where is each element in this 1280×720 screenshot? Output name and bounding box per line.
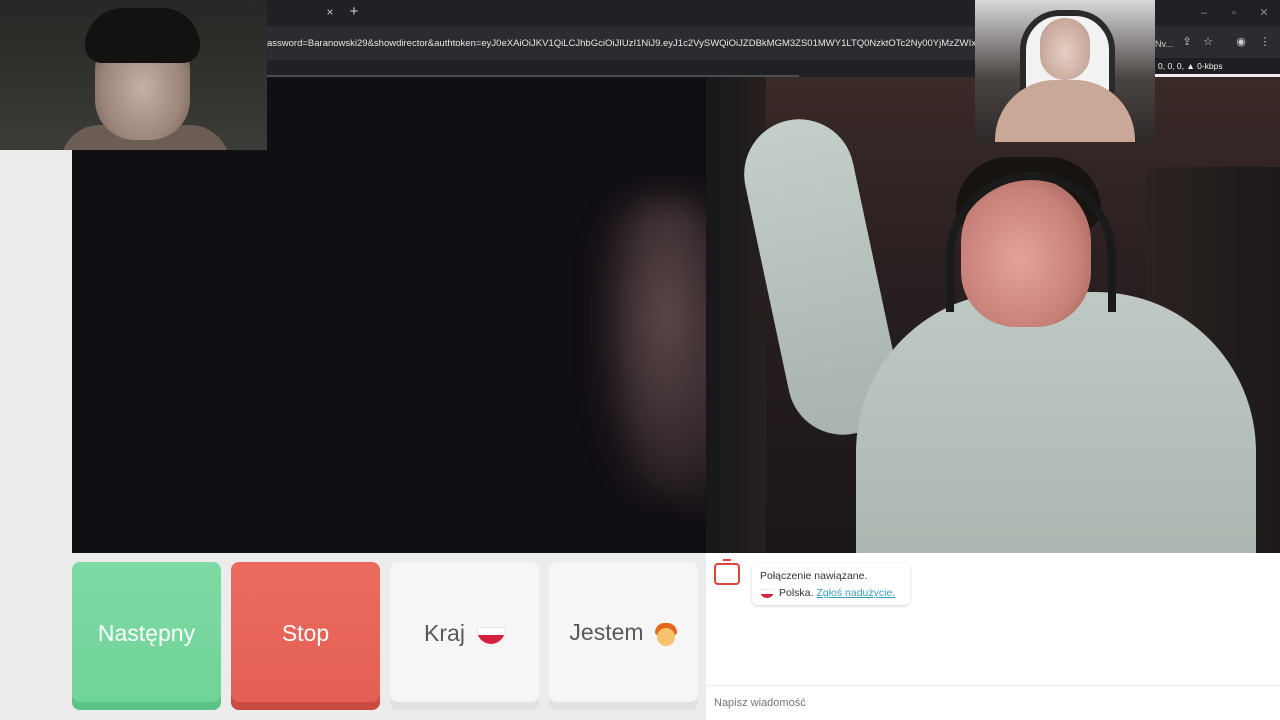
url-field[interactable]: assword=Baranowski29&showdirector&authto… [267, 36, 975, 52]
gender-button-label: Jestem [569, 619, 677, 647]
extension-icon[interactable]: ◉ [1234, 35, 1248, 49]
share-icon[interactable]: ⇪ [1180, 35, 1194, 49]
boy-face-icon [654, 622, 678, 649]
country-label: Kraj [424, 619, 465, 646]
more-icon[interactable]: ⋮ [1258, 35, 1272, 49]
screen: × + – ▫ ✕ assword=Baranowski29&showdirec… [0, 0, 1280, 720]
stop-button-label: Stop [281, 619, 330, 646]
system-message: Połączenie nawiązane. Polska. Zgłoś nadu… [752, 563, 910, 605]
next-button[interactable]: Następny [72, 562, 221, 710]
pip-right-face [1040, 18, 1090, 80]
person-sweatshirt [856, 292, 1256, 553]
maximize-icon[interactable]: ▫ [1227, 6, 1241, 20]
stranger-blurred-face [602, 197, 706, 497]
message-input[interactable] [706, 685, 1280, 720]
new-tab-icon[interactable]: + [346, 3, 362, 21]
stop-button[interactable]: Stop [231, 562, 380, 710]
gender-button[interactable]: Jestem [549, 562, 698, 710]
chat-panel: Połączenie nawiązane. Polska. Zgłoś nadu… [706, 553, 1280, 720]
stream-stats: 0, 0, 0, ▲ 0-kbps [1155, 58, 1280, 74]
next-button-label: Następny [97, 619, 196, 646]
page-load-bar [267, 60, 975, 77]
poland-mini-flag-icon [760, 589, 774, 598]
window-close-icon[interactable]: ✕ [1257, 6, 1271, 20]
poland-flag-icon [476, 626, 505, 644]
own-camera-video [706, 77, 1280, 553]
extension-label: Nv... [1155, 39, 1173, 49]
country-name: Polska. [779, 587, 814, 599]
connected-text: Połączenie nawiązane. [760, 570, 868, 582]
star-icon[interactable]: ☆ [1201, 35, 1215, 49]
left-gutter [0, 150, 72, 720]
chat-logo-icon [714, 559, 740, 585]
country-line: Polska. Zgłoś nadużycie. [760, 585, 902, 602]
country-button-label: Kraj [424, 620, 505, 647]
tab-close-icon[interactable]: × [323, 5, 337, 19]
minimize-icon[interactable]: – [1197, 6, 1211, 20]
report-abuse-link[interactable]: Zgłoś nadużycie. [816, 585, 895, 602]
pip-webcam-right [975, 0, 1155, 142]
gender-label: Jestem [569, 619, 644, 646]
pip-webcam-left [0, 0, 267, 150]
country-button[interactable]: Kraj [390, 562, 539, 710]
pip-left-hair [85, 8, 200, 63]
